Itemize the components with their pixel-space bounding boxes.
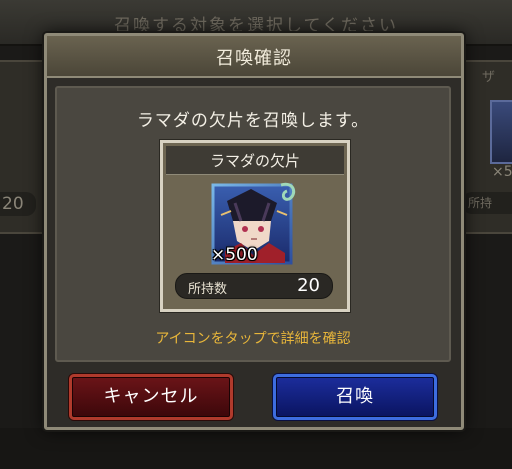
tap-icon-hint: アイコンをタップで詳細を確認 xyxy=(155,331,351,347)
cancel-button[interactable]: キャンセル xyxy=(69,374,233,420)
summon-confirm-dialog: 召喚確認 ラマダの欠片を召喚します。 ラマダの欠片 ×500 所持数 20 アイ… xyxy=(44,33,464,430)
dialog-title: 召喚確認 xyxy=(216,48,292,69)
owned-label: 所持数 xyxy=(188,282,228,297)
dialog-message: ラマダの欠片を召喚します。 xyxy=(136,111,370,131)
dialog-content-panel: ラマダの欠片を召喚します。 ラマダの欠片 ×500 所持数 20 アイコンをタッ… xyxy=(55,86,451,362)
background-right-mult: ×5 xyxy=(492,164,512,180)
item-card: ラマダの欠片 ×500 所持数 20 xyxy=(160,140,350,312)
background-bottom xyxy=(0,428,512,469)
background-right-owned: 所持 xyxy=(462,192,512,214)
background-left-count: 20 xyxy=(0,192,36,216)
background-right-thumb xyxy=(490,100,512,164)
item-multiplier: ×500 xyxy=(211,245,258,265)
owned-count-bar: 所持数 20 xyxy=(175,273,333,299)
dialog-title-bar: 召喚確認 xyxy=(47,36,461,78)
item-name: ラマダの欠片 xyxy=(209,152,300,170)
owned-value: 20 xyxy=(297,275,320,296)
item-name-bar: ラマダの欠片 xyxy=(166,146,344,175)
background-right-name: ザ xyxy=(482,70,496,85)
summon-button[interactable]: 召喚 xyxy=(273,374,437,420)
